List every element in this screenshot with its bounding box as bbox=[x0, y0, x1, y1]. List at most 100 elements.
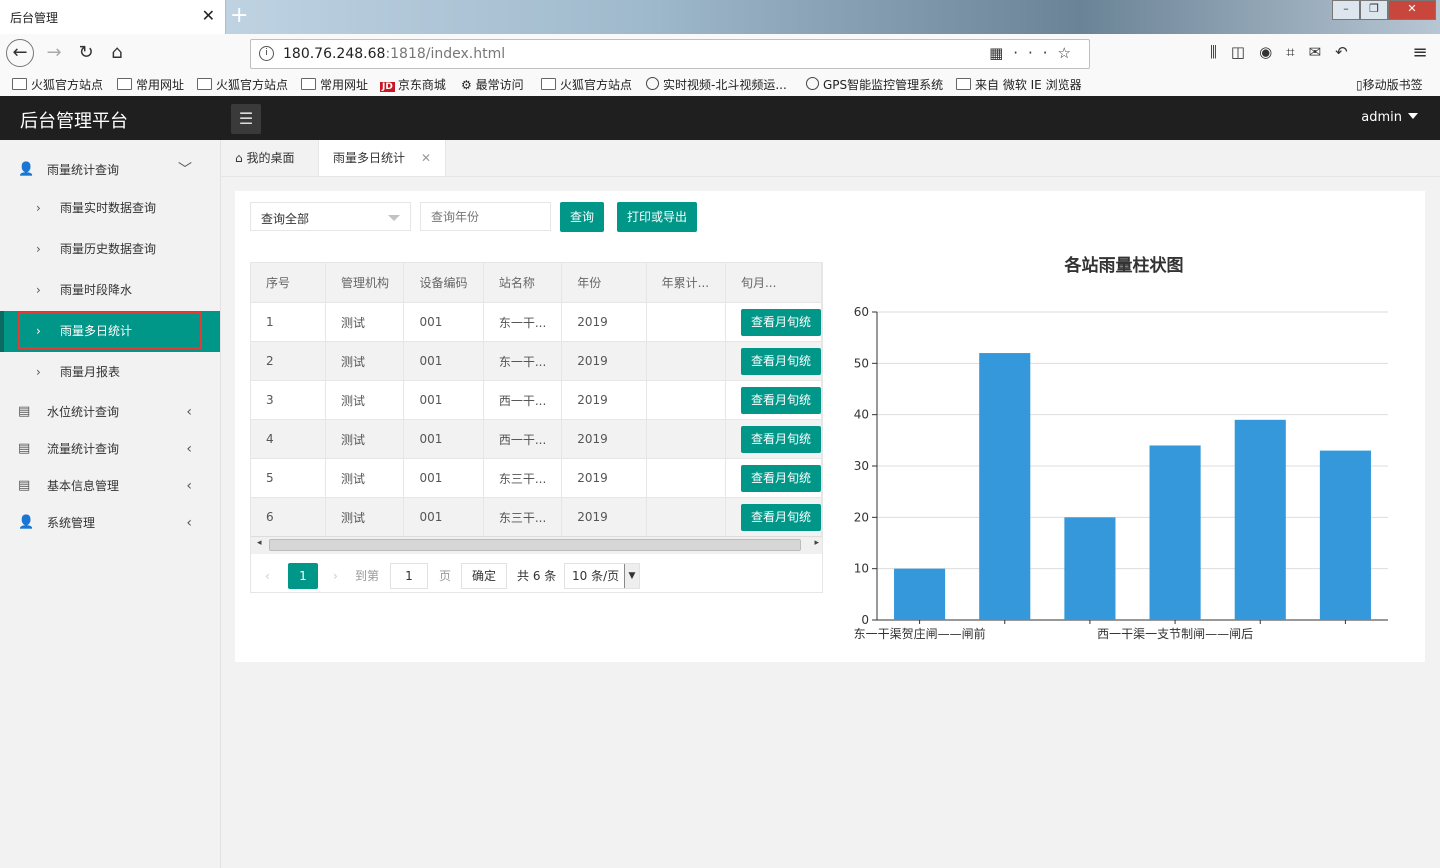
scroll-left-icon[interactable]: ◂ bbox=[257, 538, 262, 548]
table-cell bbox=[646, 497, 726, 537]
column-header[interactable]: 管理机构 bbox=[325, 263, 405, 303]
menu-icon[interactable]: ≡ bbox=[1408, 41, 1432, 65]
bookmark-item[interactable]: 火狐官方站点 bbox=[12, 76, 103, 93]
new-tab-icon[interactable]: + bbox=[230, 3, 248, 28]
y-tick-label: 60 bbox=[854, 305, 869, 319]
tab-label: 雨量多日统计 bbox=[333, 151, 406, 165]
maximize-icon[interactable]: ❐ bbox=[1360, 0, 1388, 20]
sidebar-group-basic-info[interactable]: ▤ 基本信息管理 ‹ bbox=[0, 468, 220, 504]
column-header[interactable]: 年份 bbox=[561, 263, 647, 303]
table-row[interactable]: 4 测试 001 西一干... 2019 查看月旬统 bbox=[251, 419, 822, 459]
table-row[interactable]: 6 测试 001 东三干... 2019 查看月旬统 bbox=[251, 497, 822, 537]
column-header[interactable]: 年累计... bbox=[646, 263, 726, 303]
bookmark-item[interactable]: 火狐官方站点 bbox=[197, 76, 288, 93]
minimize-icon[interactable]: – bbox=[1332, 0, 1360, 20]
table-cell: 东一干... bbox=[483, 302, 563, 342]
bookmark-item[interactable]: 常用网址 bbox=[301, 76, 368, 93]
browser-tab-bar: 后台管理 ✕ + – ❐ ✕ bbox=[0, 0, 1440, 34]
table-cell: 测试 bbox=[325, 497, 405, 537]
next-page-icon[interactable]: › bbox=[333, 563, 338, 589]
sidebar-group-rainfall[interactable]: 👤 雨量统计查询 ﹀ bbox=[0, 152, 220, 188]
sidebar-item-period[interactable]: › 雨量时段降水 bbox=[0, 270, 220, 311]
window-close-icon[interactable]: ✕ bbox=[1388, 0, 1436, 20]
chevron-left-icon: ‹ bbox=[186, 515, 192, 531]
table-cell: 测试 bbox=[325, 341, 405, 381]
table-cell-action: 查看月旬统 bbox=[725, 341, 822, 381]
tab-current[interactable]: 雨量多日统计 ✕ bbox=[318, 140, 446, 176]
user-menu[interactable]: admin bbox=[1361, 110, 1418, 125]
mobile-bookmarks[interactable]: ▯移动版书签 bbox=[1356, 76, 1423, 93]
view-stats-button[interactable]: 查看月旬统 bbox=[740, 464, 821, 492]
folder-icon bbox=[117, 78, 132, 90]
scope-select[interactable]: 查询全部 bbox=[250, 202, 411, 231]
url-bar[interactable]: i 180.76.248.68:1818/index.html ▦···☆ bbox=[250, 39, 1090, 69]
sidebar-item-realtime[interactable]: › 雨量实时数据查询 bbox=[0, 188, 220, 229]
column-header[interactable]: 设备编码 bbox=[403, 263, 484, 303]
chevron-right-icon: › bbox=[36, 201, 41, 215]
bookmark-item[interactable]: 实时视频-北斗视频运... bbox=[646, 76, 787, 93]
browser-tab-title: 后台管理 bbox=[10, 11, 59, 25]
view-stats-button[interactable]: 查看月旬统 bbox=[740, 347, 821, 375]
sidebar-toggle-button[interactable]: ☰ bbox=[231, 104, 261, 134]
table-row[interactable]: 3 测试 001 西一干... 2019 查看月旬统 bbox=[251, 380, 822, 420]
table-cell: 2019 bbox=[561, 419, 647, 459]
sidebar-group-flow[interactable]: ▤ 流量统计查询 ‹ bbox=[0, 431, 220, 467]
column-header[interactable]: 序号 bbox=[251, 263, 326, 303]
bookmark-item[interactable]: 常用网址 bbox=[117, 76, 184, 93]
bar bbox=[1234, 419, 1286, 620]
table-row[interactable]: 1 测试 001 东一干... 2019 查看月旬统 bbox=[251, 302, 822, 342]
bar bbox=[894, 568, 946, 620]
home-icon[interactable]: ⌂ bbox=[105, 41, 129, 65]
y-tick-label: 50 bbox=[854, 356, 869, 370]
column-header[interactable]: 站名称 bbox=[483, 263, 563, 303]
bookmark-item[interactable]: GPS智能监控管理系统 bbox=[806, 76, 943, 93]
column-header[interactable]: 旬月... bbox=[725, 263, 822, 303]
sidebar-item-history[interactable]: › 雨量历史数据查询 bbox=[0, 229, 220, 270]
bar bbox=[1064, 517, 1116, 620]
y-tick-label: 20 bbox=[854, 510, 869, 524]
query-button[interactable]: 查询 bbox=[560, 202, 604, 232]
prev-page-icon[interactable]: ‹ bbox=[265, 563, 270, 589]
scroll-thumb[interactable] bbox=[269, 539, 801, 551]
table-cell: 001 bbox=[403, 458, 484, 498]
close-icon[interactable]: ✕ bbox=[202, 6, 215, 25]
page-input[interactable]: 1 bbox=[390, 563, 428, 589]
page-actions-icon[interactable]: ▦···☆ bbox=[989, 44, 1081, 62]
per-page-select[interactable]: 10 条/页 ▼ bbox=[564, 563, 640, 589]
forward-icon[interactable]: → bbox=[42, 41, 66, 65]
toolbar-icons[interactable]: ⫼◫◉⌗✉↶ bbox=[1210, 43, 1362, 61]
info-icon[interactable]: i bbox=[259, 46, 274, 61]
reload-icon[interactable]: ↻ bbox=[74, 41, 98, 65]
confirm-button[interactable]: 确定 bbox=[461, 563, 507, 589]
browser-tab[interactable]: 后台管理 ✕ bbox=[0, 0, 226, 34]
y-tick-label: 40 bbox=[854, 408, 869, 422]
bookmark-item[interactable]: 火狐官方站点 bbox=[541, 76, 632, 93]
year-input[interactable] bbox=[420, 202, 551, 231]
x-tick-label: 东一干渠贺庄闸——闸前 bbox=[854, 626, 986, 641]
chevron-left-icon: ‹ bbox=[186, 404, 192, 420]
view-stats-button[interactable]: 查看月旬统 bbox=[740, 386, 821, 414]
sidebar-group-water-level[interactable]: ▤ 水位统计查询 ‹ bbox=[0, 394, 220, 430]
phone-icon: ▯ bbox=[1356, 78, 1363, 92]
table-row[interactable]: 5 测试 001 东三干... 2019 查看月旬统 bbox=[251, 458, 822, 498]
back-icon[interactable]: ← bbox=[6, 39, 34, 67]
bookmark-item[interactable]: ⚙ 最常访问 bbox=[461, 76, 524, 93]
tab-home[interactable]: ⌂ 我的桌面 bbox=[235, 140, 294, 176]
view-stats-button[interactable]: 查看月旬统 bbox=[740, 308, 821, 336]
bookmark-item[interactable]: 来自 微软 IE 浏览器 bbox=[956, 76, 1082, 93]
sidebar-group-system[interactable]: 👤 系统管理 ‹ bbox=[0, 505, 220, 541]
bookmark-item[interactable]: JD 京东商城 bbox=[380, 76, 446, 93]
close-icon[interactable]: ✕ bbox=[421, 140, 431, 176]
sidebar-item-monthly[interactable]: › 雨量月报表 bbox=[0, 352, 220, 393]
view-stats-button[interactable]: 查看月旬统 bbox=[740, 503, 821, 531]
horizontal-scrollbar[interactable]: ◂ ▸ bbox=[251, 536, 822, 554]
table-row[interactable]: 2 测试 001 东一干... 2019 查看月旬统 bbox=[251, 341, 822, 381]
print-export-button[interactable]: 打印或导出 bbox=[617, 202, 697, 232]
sidebar-item-label: 雨量历史数据查询 bbox=[60, 242, 157, 256]
home-icon: ⌂ bbox=[235, 151, 247, 165]
page-number[interactable]: 1 bbox=[288, 563, 318, 589]
view-stats-button[interactable]: 查看月旬统 bbox=[740, 425, 821, 453]
scroll-right-icon[interactable]: ▸ bbox=[814, 538, 819, 548]
table-cell: 2019 bbox=[561, 497, 647, 537]
doc-icon: ▤ bbox=[18, 441, 31, 456]
